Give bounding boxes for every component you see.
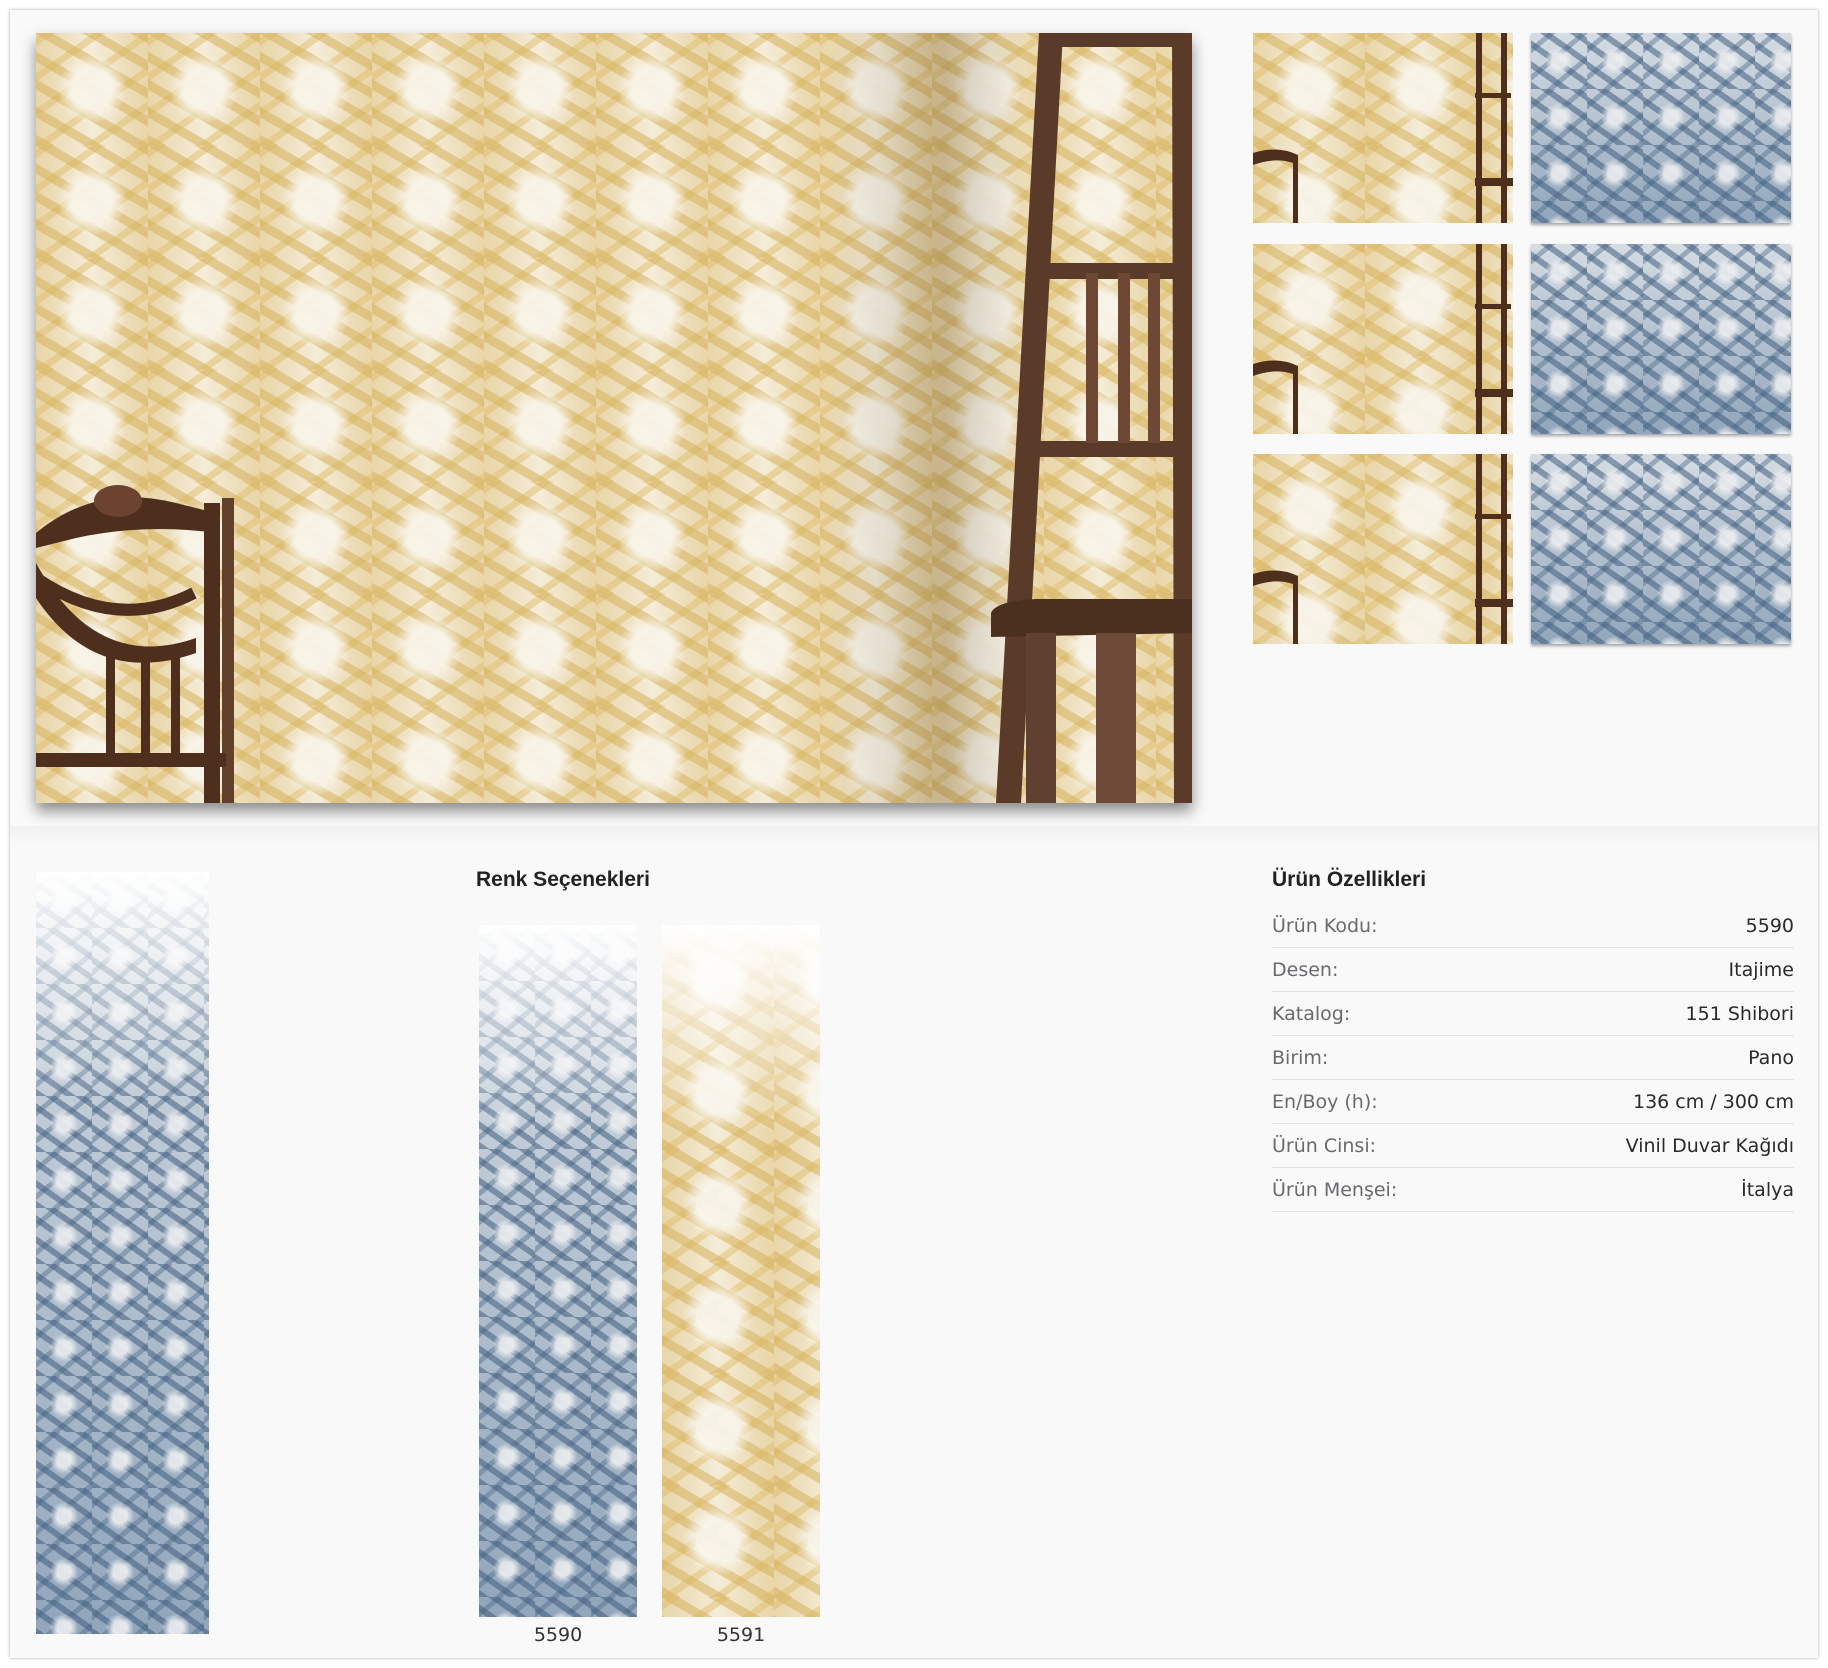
product-page: Renk Seçenekleri 5590 5591 Ürün Özellikl…: [10, 10, 1818, 1658]
spec-label: Ürün Cinsi:: [1272, 1134, 1377, 1157]
spec-value: Itajime: [1728, 958, 1794, 981]
color-option-5590[interactable]: [479, 925, 637, 1617]
spec-label: En/Boy (h):: [1272, 1090, 1378, 1113]
spec-label: Desen:: [1272, 958, 1339, 981]
spec-label: Birim:: [1272, 1046, 1329, 1069]
thumbnail-chairs-2: [1253, 244, 1513, 434]
color-option-5591[interactable]: [662, 925, 820, 1617]
spec-row-unit: Birim: Pano: [1272, 1036, 1794, 1080]
thumbnail-blue-1[interactable]: [1531, 33, 1791, 223]
spec-value: Pano: [1748, 1046, 1794, 1069]
spec-row-code: Ürün Kodu: 5590: [1272, 904, 1794, 948]
thumbnail-chairs-3: [1253, 454, 1513, 644]
color-option-code: 5591: [716, 1624, 766, 1646]
spec-row-catalog: Katalog: 151 Shibori: [1272, 992, 1794, 1036]
antique-chair: [36, 485, 234, 803]
color-options-title: Renk Seçenekleri: [476, 868, 650, 891]
product-specs-title: Ürün Özellikleri: [1272, 868, 1427, 891]
spec-value: 151 Shibori: [1685, 1002, 1794, 1025]
spec-value: 5590: [1745, 914, 1794, 937]
chairs-illustration: [36, 33, 1192, 803]
thumbnail-blue-3[interactable]: [1531, 454, 1791, 644]
color-option-code: 5590: [533, 1624, 583, 1646]
spec-row-origin: Ürün Menşei: İtalya: [1272, 1168, 1794, 1212]
thumbnail-chairs-1: [1253, 33, 1513, 223]
spec-label: Ürün Kodu:: [1272, 914, 1378, 937]
wooden-chair: [991, 33, 1192, 803]
spec-value: 136 cm / 300 cm: [1633, 1090, 1794, 1113]
section-divider: [10, 826, 1818, 844]
spec-row-pattern: Desen: Itajime: [1272, 948, 1794, 992]
spec-value: İtalya: [1741, 1178, 1794, 1201]
spec-label: Ürün Menşei:: [1272, 1178, 1398, 1201]
main-product-image[interactable]: [36, 33, 1192, 803]
spec-label: Katalog:: [1272, 1002, 1351, 1025]
product-roll-preview: [36, 872, 209, 1634]
spec-value: Vinil Duvar Kağıdı: [1625, 1134, 1794, 1157]
thumbnail-blue-2[interactable]: [1531, 244, 1791, 434]
spec-row-type: Ürün Cinsi: Vinil Duvar Kağıdı: [1272, 1124, 1794, 1168]
product-specs-table: Ürün Kodu: 5590 Desen: Itajime Katalog: …: [1272, 904, 1794, 1212]
spec-row-dimensions: En/Boy (h): 136 cm / 300 cm: [1272, 1080, 1794, 1124]
